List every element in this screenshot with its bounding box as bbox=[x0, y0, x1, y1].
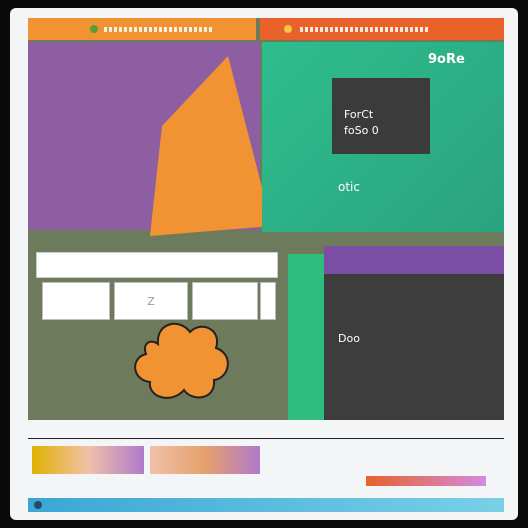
app-window: 9oRe otic ForCt foSo 0 Doo Z bbox=[10, 8, 518, 520]
header-title-placeholder bbox=[104, 26, 214, 32]
thumbnail-strip-2 bbox=[150, 446, 260, 474]
bottom-area bbox=[28, 428, 504, 512]
tile-4[interactable] bbox=[260, 282, 276, 320]
status-dot-icon bbox=[90, 25, 98, 33]
tile-2-label: Z bbox=[147, 294, 155, 308]
teal-label: otic bbox=[338, 180, 360, 194]
cloud-icon[interactable] bbox=[126, 314, 236, 404]
orange-pentagon[interactable] bbox=[144, 56, 274, 246]
top-right-header-bar bbox=[260, 18, 504, 40]
status-bar bbox=[28, 498, 504, 512]
header-title-placeholder bbox=[300, 26, 430, 32]
dark-panel: Doo bbox=[324, 246, 504, 420]
top-right-code: 9oRe bbox=[428, 52, 465, 67]
app-icon bbox=[34, 501, 42, 509]
tile-1[interactable] bbox=[42, 282, 110, 320]
green-strip bbox=[288, 254, 324, 420]
dark-panel-header bbox=[324, 246, 504, 274]
dark-label: Doo bbox=[338, 332, 360, 345]
divider bbox=[28, 438, 504, 439]
progress-bar[interactable] bbox=[366, 476, 486, 486]
card-line-1: ForCt bbox=[344, 108, 374, 121]
text-input[interactable] bbox=[36, 252, 278, 278]
info-card[interactable]: ForCt foSo 0 bbox=[332, 78, 430, 154]
thumbnail-strip bbox=[32, 446, 144, 474]
top-left-header-bar bbox=[28, 18, 256, 40]
canvas-area: 9oRe otic ForCt foSo 0 Doo Z bbox=[28, 18, 504, 420]
card-line-2: foSo 0 bbox=[344, 124, 379, 137]
status-dot-icon bbox=[284, 25, 292, 33]
